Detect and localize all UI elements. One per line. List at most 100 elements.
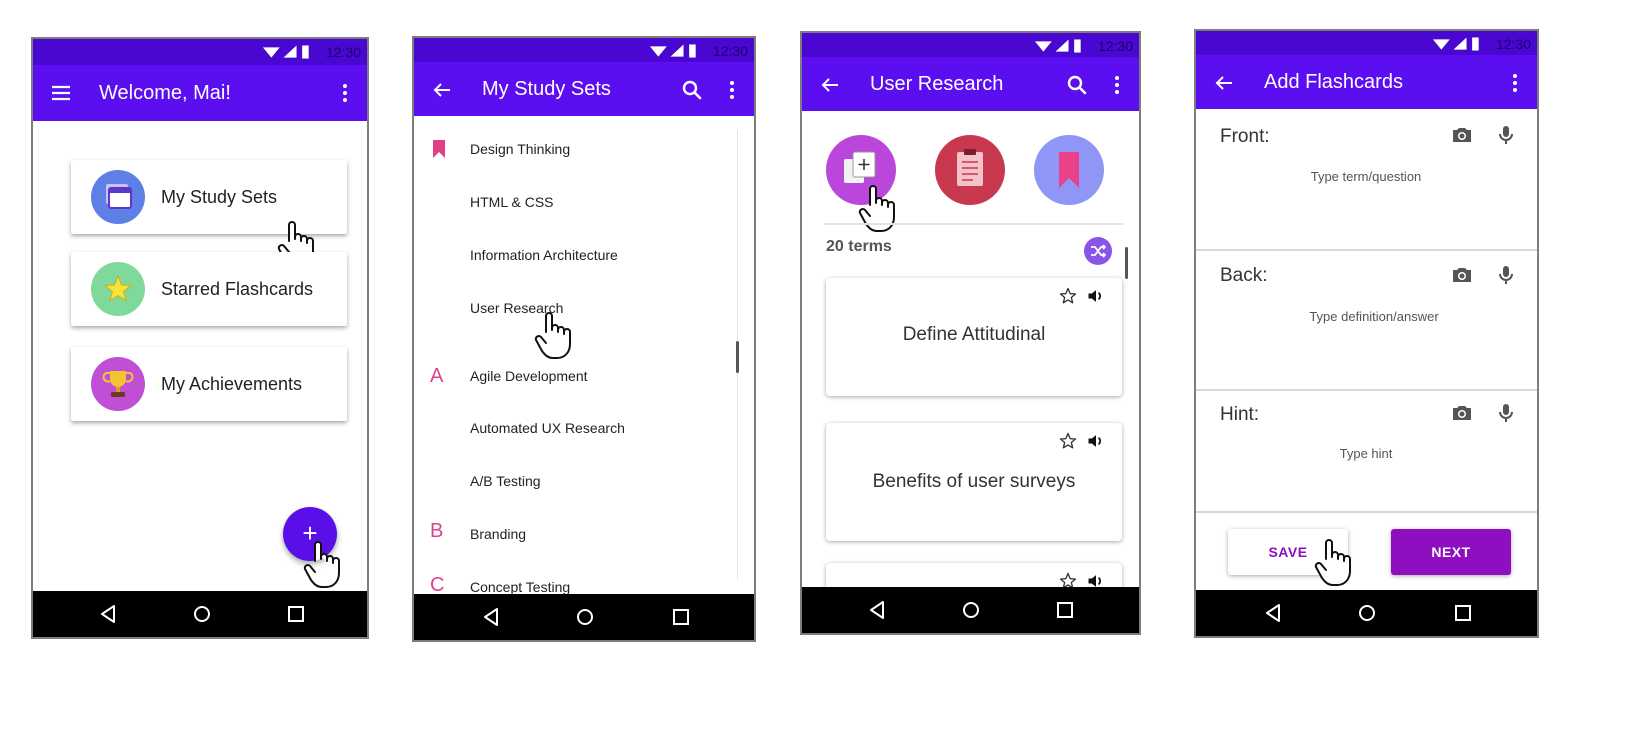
camera-icon[interactable] — [1450, 123, 1474, 147]
flashcard[interactable]: Benefits of user surveys — [826, 423, 1122, 541]
nav-recents-icon[interactable] — [670, 606, 692, 628]
study-set-item[interactable]: Information Architecture — [470, 247, 618, 263]
study-set-item[interactable]: Automated UX Research — [470, 420, 625, 436]
quiz-mode-button[interactable] — [935, 135, 1005, 205]
app-bar: Add Flashcards — [1196, 55, 1537, 109]
speaker-icon[interactable] — [1086, 286, 1106, 306]
divider — [824, 223, 1123, 225]
menu-item-starred-flashcards[interactable]: Starred Flashcards — [71, 252, 347, 326]
pointer-hand-icon — [532, 310, 576, 362]
nav-back-icon[interactable] — [97, 603, 119, 625]
signal-battery-icon — [1034, 37, 1090, 55]
back-label: Back: — [1220, 265, 1268, 286]
microphone-icon[interactable] — [1494, 401, 1518, 425]
hint-label: Hint: — [1220, 404, 1260, 425]
menu-item-my-achievements[interactable]: My Achievements — [71, 347, 347, 421]
divider — [1196, 249, 1537, 251]
status-bar: 12:30 — [802, 33, 1139, 59]
status-bar: 12:30 — [33, 39, 367, 65]
star-outline-icon[interactable] — [1058, 286, 1078, 306]
back-arrow-icon[interactable] — [1212, 71, 1236, 95]
shuffle-button[interactable] — [1084, 237, 1112, 265]
flashcard-term: Define Attitudinal — [902, 324, 1046, 345]
phone-add-flashcards-screen: 12:30 Add Flashcards Front: Type term/qu… — [1194, 29, 1539, 638]
microphone-icon[interactable] — [1494, 263, 1518, 287]
status-bar: 12:30 — [414, 38, 754, 64]
pointer-hand-icon — [301, 539, 345, 591]
page-title: Add Flashcards — [1264, 71, 1403, 93]
overflow-menu-icon[interactable] — [720, 78, 744, 102]
back-arrow-icon[interactable] — [430, 78, 454, 102]
study-set-item[interactable]: HTML & CSS — [470, 194, 554, 210]
status-time: 12:30 — [1097, 38, 1133, 54]
section-index-letter: B — [430, 520, 444, 542]
system-nav-bar — [1196, 590, 1537, 636]
hamburger-menu-icon[interactable] — [49, 81, 73, 105]
star-icon — [91, 262, 145, 316]
back-input[interactable]: Type definition/answer — [1256, 309, 1492, 324]
camera-icon[interactable] — [1450, 263, 1474, 287]
phone-home-screen: 12:30 Welcome, Mai! My Study Sets Starre… — [31, 37, 369, 639]
hint-input[interactable]: Type hint — [1256, 446, 1476, 461]
flashcard[interactable]: Define Attitudinal — [826, 278, 1122, 396]
status-time: 12:30 — [325, 44, 361, 60]
app-bar: User Research — [802, 57, 1139, 111]
scrollbar-thumb[interactable] — [736, 341, 739, 373]
signal-battery-icon — [649, 42, 705, 60]
nav-back-icon[interactable] — [1262, 602, 1284, 624]
overflow-menu-icon[interactable] — [1105, 73, 1129, 97]
overflow-menu-icon[interactable] — [333, 81, 357, 105]
nav-recents-icon[interactable] — [1452, 602, 1474, 624]
section-index-letter: A — [430, 365, 444, 387]
clipboard-icon — [957, 149, 983, 186]
scrollbar-thumb[interactable] — [1125, 247, 1128, 279]
menu-item-label: My Achievements — [161, 374, 303, 394]
next-button[interactable]: NEXT — [1391, 529, 1511, 575]
nav-back-icon[interactable] — [480, 606, 502, 628]
study-set-item[interactable]: Design Thinking — [470, 141, 570, 157]
term-count: 20 terms — [826, 238, 892, 255]
nav-recents-icon[interactable] — [285, 603, 307, 625]
menu-item-label: Starred Flashcards — [161, 279, 314, 299]
microphone-icon[interactable] — [1494, 123, 1518, 147]
back-arrow-icon[interactable] — [818, 73, 842, 97]
signal-battery-icon — [262, 43, 318, 61]
flashcard-term: Benefits of user surveys — [872, 471, 1076, 492]
phone-study-sets-screen: 12:30 My Study Sets Design Thinking HTML… — [412, 36, 756, 642]
system-nav-bar — [802, 587, 1139, 633]
shuffle-icon — [1091, 244, 1106, 258]
search-icon[interactable] — [1065, 73, 1089, 97]
page-title: User Research — [870, 73, 1004, 95]
signal-battery-icon — [1432, 35, 1488, 53]
front-label: Front: — [1220, 126, 1270, 147]
page-title: My Study Sets — [482, 78, 611, 100]
nav-home-icon[interactable] — [1356, 602, 1378, 624]
study-set-item[interactable]: Agile Development — [470, 368, 588, 384]
nav-recents-icon[interactable] — [1054, 599, 1076, 621]
bookmark-icon — [433, 140, 445, 158]
divider — [1196, 511, 1537, 513]
nav-back-icon[interactable] — [866, 599, 888, 621]
menu-item-label: My Study Sets — [161, 187, 278, 207]
study-set-item[interactable]: Concept Testing — [470, 579, 570, 595]
stacked-cards-icon — [91, 170, 145, 224]
status-bar: 12:30 — [1196, 31, 1537, 57]
overflow-menu-icon[interactable] — [1503, 71, 1527, 95]
pointer-hand-icon — [1312, 537, 1356, 589]
nav-home-icon[interactable] — [191, 603, 213, 625]
app-bar: Welcome, Mai! — [33, 65, 367, 121]
status-time: 12:30 — [1495, 36, 1531, 52]
front-input[interactable]: Type term/question — [1256, 169, 1476, 184]
search-icon[interactable] — [680, 78, 704, 102]
trophy-icon — [91, 357, 145, 411]
speaker-icon[interactable] — [1086, 431, 1106, 451]
study-set-item[interactable]: A/B Testing — [470, 473, 541, 489]
study-set-item[interactable]: Branding — [470, 526, 526, 542]
camera-icon[interactable] — [1450, 401, 1474, 425]
status-time: 12:30 — [712, 43, 748, 59]
phone-user-research-screen: 12:30 User Research 20 terms Define Atti… — [800, 31, 1141, 635]
nav-home-icon[interactable] — [960, 599, 982, 621]
bookmark-mode-button[interactable] — [1034, 135, 1104, 205]
star-outline-icon[interactable] — [1058, 431, 1078, 451]
nav-home-icon[interactable] — [574, 606, 596, 628]
